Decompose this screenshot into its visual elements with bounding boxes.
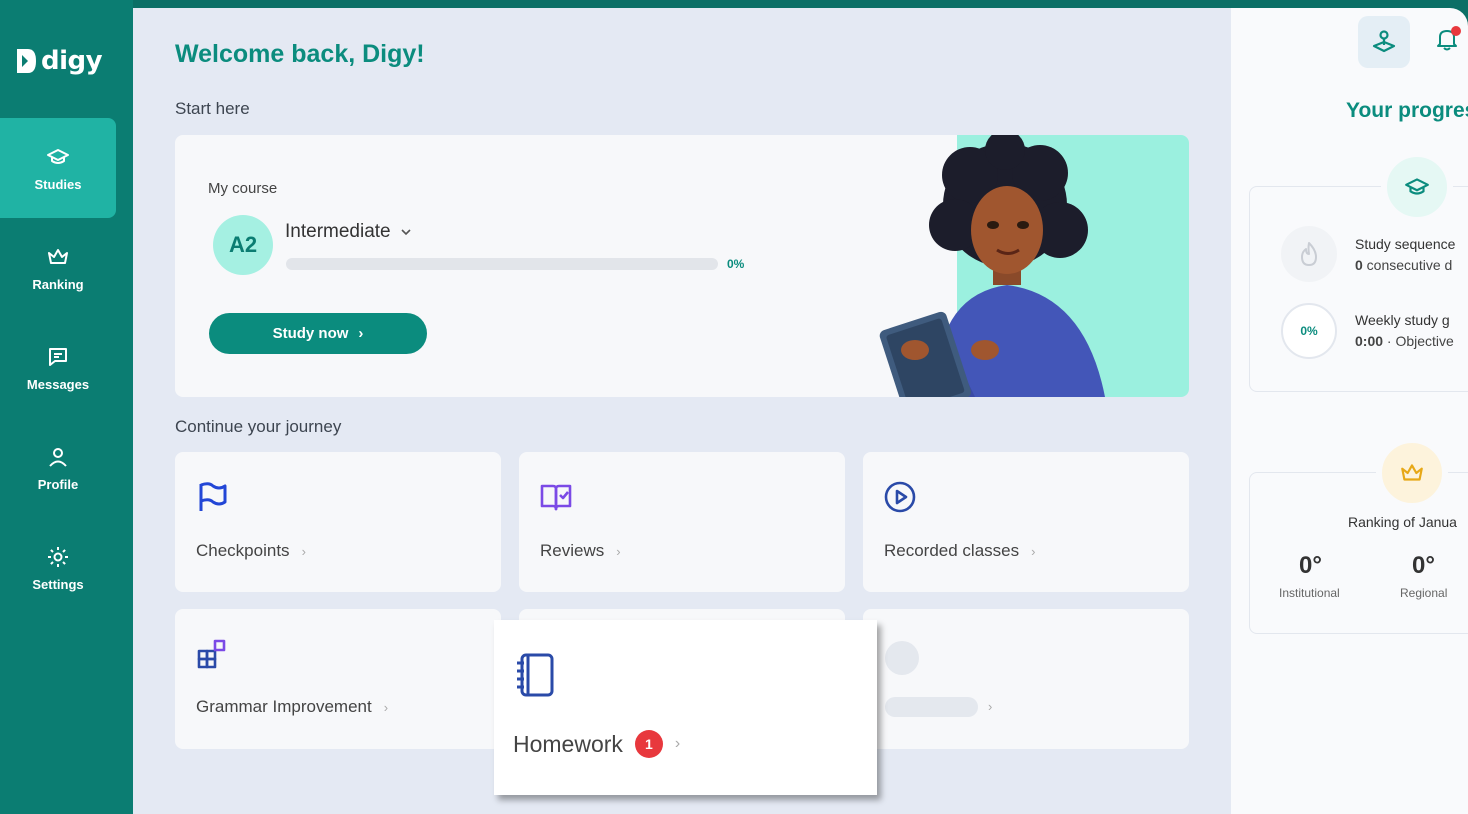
chevron-right-icon: › (988, 699, 993, 714)
sidebar-item-messages[interactable]: Messages (0, 318, 116, 418)
sidebar: digy Studies Ranking Messages Profile Se… (0, 0, 133, 814)
loading-card: › (863, 609, 1189, 749)
chevron-right-icon: › (383, 699, 389, 715)
reviews-card[interactable]: Reviews › (519, 452, 845, 592)
sidebar-item-label: Ranking (32, 276, 84, 292)
sidebar-item-studies[interactable]: Studies (0, 118, 116, 218)
chevron-down-icon (401, 229, 411, 236)
checkpoints-card[interactable]: Checkpoints › (175, 452, 501, 592)
ranking-badge (1376, 437, 1448, 509)
open-book-icon (540, 484, 572, 511)
start-here-label: Start here (175, 99, 250, 118)
course-progress-bar (286, 258, 718, 270)
regional-label: Regional (1400, 586, 1448, 600)
card-label: Recorded classes (884, 541, 1020, 560)
streak-icon-circle (1281, 226, 1337, 282)
message-icon (49, 347, 67, 366)
blocks-icon (197, 639, 226, 669)
flag-icon (199, 482, 227, 511)
study-now-label: Study now (272, 325, 349, 342)
sidebar-item-label: Studies (34, 176, 82, 192)
progress-panel: Your progres Study sequence 0 consecutiv… (1231, 8, 1468, 814)
flame-icon (1301, 242, 1317, 266)
recorded-classes-label-row: Recorded classes › (884, 541, 1035, 561)
card-label: Reviews (540, 541, 605, 560)
reviews-label-row: Reviews › (540, 541, 621, 561)
chevron-right-icon: › (1031, 543, 1036, 559)
chevron-right-icon: › (358, 325, 364, 342)
student-illustration (879, 135, 1105, 397)
regional-rank: 0° (1412, 552, 1435, 579)
study-now-button[interactable]: Study now › (209, 313, 427, 354)
sidebar-item-label: Profile (37, 476, 79, 492)
weekly-goal-ring: 0% (1281, 303, 1337, 359)
course-hero-card: My course A2 Intermediate 0% Study now › (175, 135, 1189, 397)
joystick-icon (1372, 30, 1396, 53)
graduation-cap-icon (47, 148, 69, 164)
grammar-label-row: Grammar Improvement › (196, 697, 388, 717)
chevron-right-icon: › (301, 543, 306, 559)
play-circle-icon (884, 481, 916, 513)
study-sequence-count: 0 (1355, 257, 1363, 273)
homework-card[interactable]: Homework 1 › (494, 620, 877, 795)
chevron-right-icon: › (616, 543, 621, 559)
weekly-goal-value: 0:00 · Objective (1355, 333, 1454, 349)
study-sequence-suffix: consecutive d (1362, 257, 1453, 273)
skeleton-label (885, 697, 978, 717)
page-title: Welcome back, Digy! (175, 40, 425, 68)
crown-icon (1401, 464, 1423, 481)
study-sequence-title: Study sequence (1355, 236, 1456, 252)
sidebar-item-settings[interactable]: Settings (0, 518, 116, 618)
institutional-label: Institutional (1279, 586, 1340, 600)
progress-title: Your progres (1346, 99, 1468, 122)
sidebar-item-ranking[interactable]: Ranking (0, 218, 116, 318)
crown-icon (48, 248, 68, 264)
continue-journey-label: Continue your journey (175, 417, 342, 436)
homework-label-row: Homework 1 › (513, 730, 680, 758)
course-progress-percent: 0% (727, 257, 745, 271)
card-label: Grammar Improvement (196, 697, 372, 716)
brand-name: digy (41, 46, 103, 76)
ranking-title: Ranking of Janua (1348, 514, 1457, 530)
card-label: Checkpoints (196, 541, 290, 560)
sidebar-nav: Studies Ranking Messages Profile Setting… (0, 118, 133, 618)
grammar-improvement-card[interactable]: Grammar Improvement › (175, 609, 501, 749)
sidebar-item-profile[interactable]: Profile (0, 418, 116, 518)
help-button[interactable] (1358, 16, 1410, 68)
homework-label: Homework (513, 730, 623, 757)
weekly-goal-title: Weekly study g (1355, 312, 1450, 328)
brand-logo[interactable]: digy (14, 46, 103, 76)
homework-count-badge: 1 (634, 730, 663, 758)
my-course-label: My course (208, 180, 278, 197)
study-sequence-value: 0 consecutive d (1355, 257, 1452, 273)
notebook-icon (517, 653, 554, 697)
graduation-cap-icon (1405, 178, 1429, 195)
level-badge: A2 (213, 215, 273, 275)
notification-dot (1451, 26, 1461, 36)
skeleton-icon (885, 641, 919, 675)
user-icon (49, 447, 67, 467)
digy-logo-icon (17, 49, 36, 73)
course-level-name: Intermediate (285, 221, 391, 242)
gear-icon (48, 546, 68, 567)
sidebar-item-label: Settings (32, 576, 84, 592)
chevron-right-icon: › (674, 735, 681, 752)
institutional-rank: 0° (1299, 552, 1322, 579)
weekly-goal-suffix: · Objective (1383, 333, 1454, 349)
weekly-goal-percent: 0% (1300, 324, 1318, 338)
course-level-dropdown[interactable]: Intermediate (285, 221, 411, 243)
sidebar-item-label: Messages (26, 376, 90, 392)
checkpoints-label-row: Checkpoints › (196, 541, 306, 561)
recorded-classes-card[interactable]: Recorded classes › (863, 452, 1189, 592)
weekly-goal-time: 0:00 (1355, 333, 1384, 349)
studies-badge (1381, 151, 1453, 223)
